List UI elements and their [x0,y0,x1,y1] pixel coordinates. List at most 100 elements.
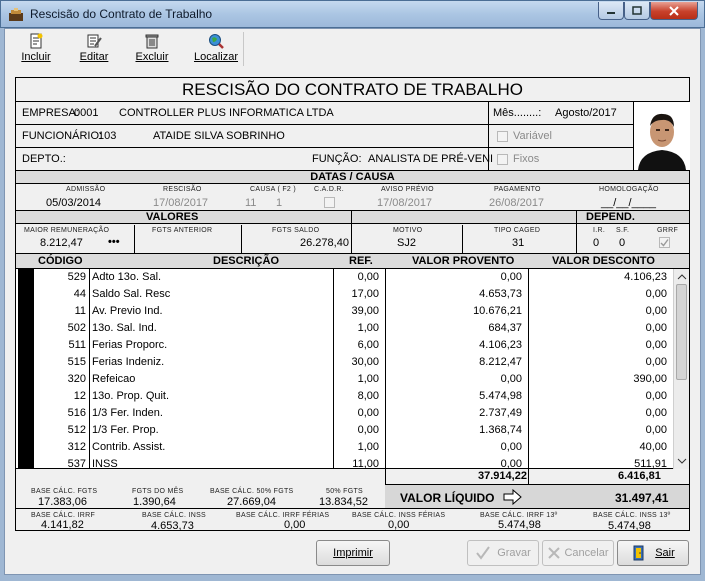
ir-value[interactable]: 0 [593,237,599,249]
scroll-up-icon[interactable] [675,272,689,282]
table-row[interactable]: 529 Adto 13o. Sal. 0,00 0,00 4.106,23 [16,269,686,286]
grrf-checkbox[interactable] [659,237,670,248]
cadr-checkbox[interactable] [324,197,335,208]
scroll-thumb[interactable] [676,284,687,380]
base-irrf13-label: BASE CÁLC. IRRF 13º [480,512,558,519]
rescisao-value[interactable]: 17/08/2017 [153,197,208,209]
variavel-checkbox[interactable] [497,131,508,142]
exit-door-icon [633,545,644,561]
table-row[interactable]: 516 1/3 Fer. Inden. 0,00 2.737,49 0,00 [16,405,686,422]
col-descricao[interactable]: DESCRIÇÃO [213,255,279,267]
aviso-value[interactable]: 17/08/2017 [377,197,432,209]
cell-desconto: 0,00 [645,390,667,402]
incluir-button[interactable]: Incluir [7,30,65,66]
maximize-button[interactable] [624,2,650,20]
sf-value[interactable]: 0 [619,237,625,249]
table-row[interactable]: 44 Saldo Sal. Resc 17,00 4.653,73 0,00 [16,286,686,303]
cell-descricao: Refeicao [92,373,136,385]
homologacao-label: HOMOLOGAÇÃO [599,186,659,193]
tipo-caged-value[interactable]: 31 [512,237,524,249]
table-row[interactable]: 11 Av. Previo Ind. 39,00 10.676,21 0,00 [16,303,686,320]
admissao-value[interactable]: 05/03/2014 [46,197,101,209]
table-row[interactable]: 537 INSS 11,00 0,00 511,91 [16,456,686,469]
variavel-label: Variável [513,130,552,142]
col-ref[interactable]: REF. [349,255,373,267]
cancelar-label: Cancelar [564,547,609,559]
imprimir-button[interactable]: Imprimir [316,540,390,566]
cell-desconto: 511,91 [634,458,667,469]
causa-value-b[interactable]: 1 [276,197,282,209]
fgts-saldo-label: FGTS SALDO [272,227,320,234]
cell-ref: 0,00 [357,424,379,436]
table-scrollbar[interactable] [673,269,689,469]
base-inss-value: 4.653,73 [151,520,194,532]
col-desconto[interactable]: VALOR DESCONTO [552,255,655,267]
cancelar-button[interactable]: Cancelar [542,540,614,566]
close-button[interactable] [650,2,698,20]
cell-desconto: 0,00 [645,407,667,419]
cell-desconto: 0,00 [645,322,667,334]
base-irrf-label: BASE CÁLC. IRRF [31,512,96,519]
fgts-anterior-label: FGTS ANTERIOR [152,227,213,234]
empresa-code[interactable]: 0001 [74,107,98,119]
col-codigo[interactable]: CÓDIGO [38,255,83,267]
window-titlebar[interactable]: Rescisão do Contrato de Trabalho [0,0,705,28]
table-row[interactable]: 312 Contrib. Assist. 1,00 0,00 40,00 [16,439,686,456]
cell-codigo: 320 [67,373,86,385]
total-provento: 37.914,22 [478,470,527,482]
minimize-button[interactable] [598,2,624,20]
table-row[interactable]: 12 13o. Prop. Quit. 8,00 5.474,98 0,00 [16,388,686,405]
sair-button[interactable]: Sair [617,540,689,566]
localizar-button[interactable]: Localizar [181,30,251,66]
cell-ref: 17,00 [351,288,379,300]
cell-descricao: 1/3 Fer. Prop. [92,424,159,436]
cell-codigo: 512 [67,424,86,436]
localizar-label: Localizar [193,51,239,63]
table-header: CÓDIGO DESCRIÇÃO REF. VALOR PROVENTO VAL… [16,253,689,269]
excluir-button[interactable]: Excluir [123,30,181,66]
table-row[interactable]: 515 Ferias Indeniz. 30,00 8.212,47 0,00 [16,354,686,371]
liquido-value: 31.497,41 [615,491,669,505]
cell-descricao: 13o. Sal. Ind. [92,322,157,334]
cell-ref: 30,00 [351,356,379,368]
col-provento[interactable]: VALOR PROVENTO [412,255,514,267]
more-button[interactable]: ••• [108,236,120,248]
base-inss13-label: BASE CÁLC. INSS 13º [593,512,671,519]
liquido-label: VALOR LÍQUIDO [400,491,495,505]
app-icon [9,8,23,21]
cadr-label: C.A.D.R. [314,186,345,193]
maximize-icon [632,6,642,15]
cell-codigo: 11 [74,305,86,317]
motivo-value[interactable]: SJ2 [397,237,416,249]
table-row[interactable]: 512 1/3 Fer. Prop. 0,00 1.368,74 0,00 [16,422,686,439]
gravar-button[interactable]: Gravar [467,540,539,566]
cell-provento: 0,00 [500,373,522,385]
table-row[interactable]: 320 Refeicao 1,00 0,00 390,00 [16,371,686,388]
pagamento-value[interactable]: 26/08/2017 [489,197,544,209]
cell-desconto: 0,00 [645,288,667,300]
cell-codigo: 537 [67,458,86,469]
depto-label: DEPTO.: [22,153,66,165]
checkmark-icon [476,546,490,560]
table-row[interactable]: 511 Ferias Proporc. 6,00 4.106,23 0,00 [16,337,686,354]
p50-fgts-value: 13.834,52 [319,496,368,508]
editar-button[interactable]: Editar [65,30,123,66]
fixos-checkbox[interactable] [497,154,508,165]
check-icon [660,239,669,247]
maior-rem-value[interactable]: 8.212,47 [40,237,83,249]
empresa-name: CONTROLLER PLUS INFORMATICA LTDA [119,107,334,119]
table-row[interactable]: 502 13o. Sal. Ind. 1,00 684,37 0,00 [16,320,686,337]
sair-label: Sair [655,547,675,559]
cell-descricao: Av. Previo Ind. [92,305,163,317]
scroll-down-icon[interactable] [675,456,689,466]
homologacao-value[interactable]: __/__/____ [601,197,656,209]
base-irrf-ferias-value: 0,00 [284,519,306,531]
mes-value[interactable]: Agosto/2017 [555,107,617,119]
fgts-saldo-value[interactable]: 26.278,40 [300,237,349,249]
causa-value-a[interactable]: 11 [245,197,256,209]
funcionario-code[interactable]: 103 [98,130,116,142]
p50-fgts-label: 50% FGTS [326,488,364,495]
edit-icon [87,34,102,48]
maior-rem-label: MAIOR REMUNERAÇÃO [24,227,110,234]
total-desconto: 6.416,81 [618,470,661,482]
